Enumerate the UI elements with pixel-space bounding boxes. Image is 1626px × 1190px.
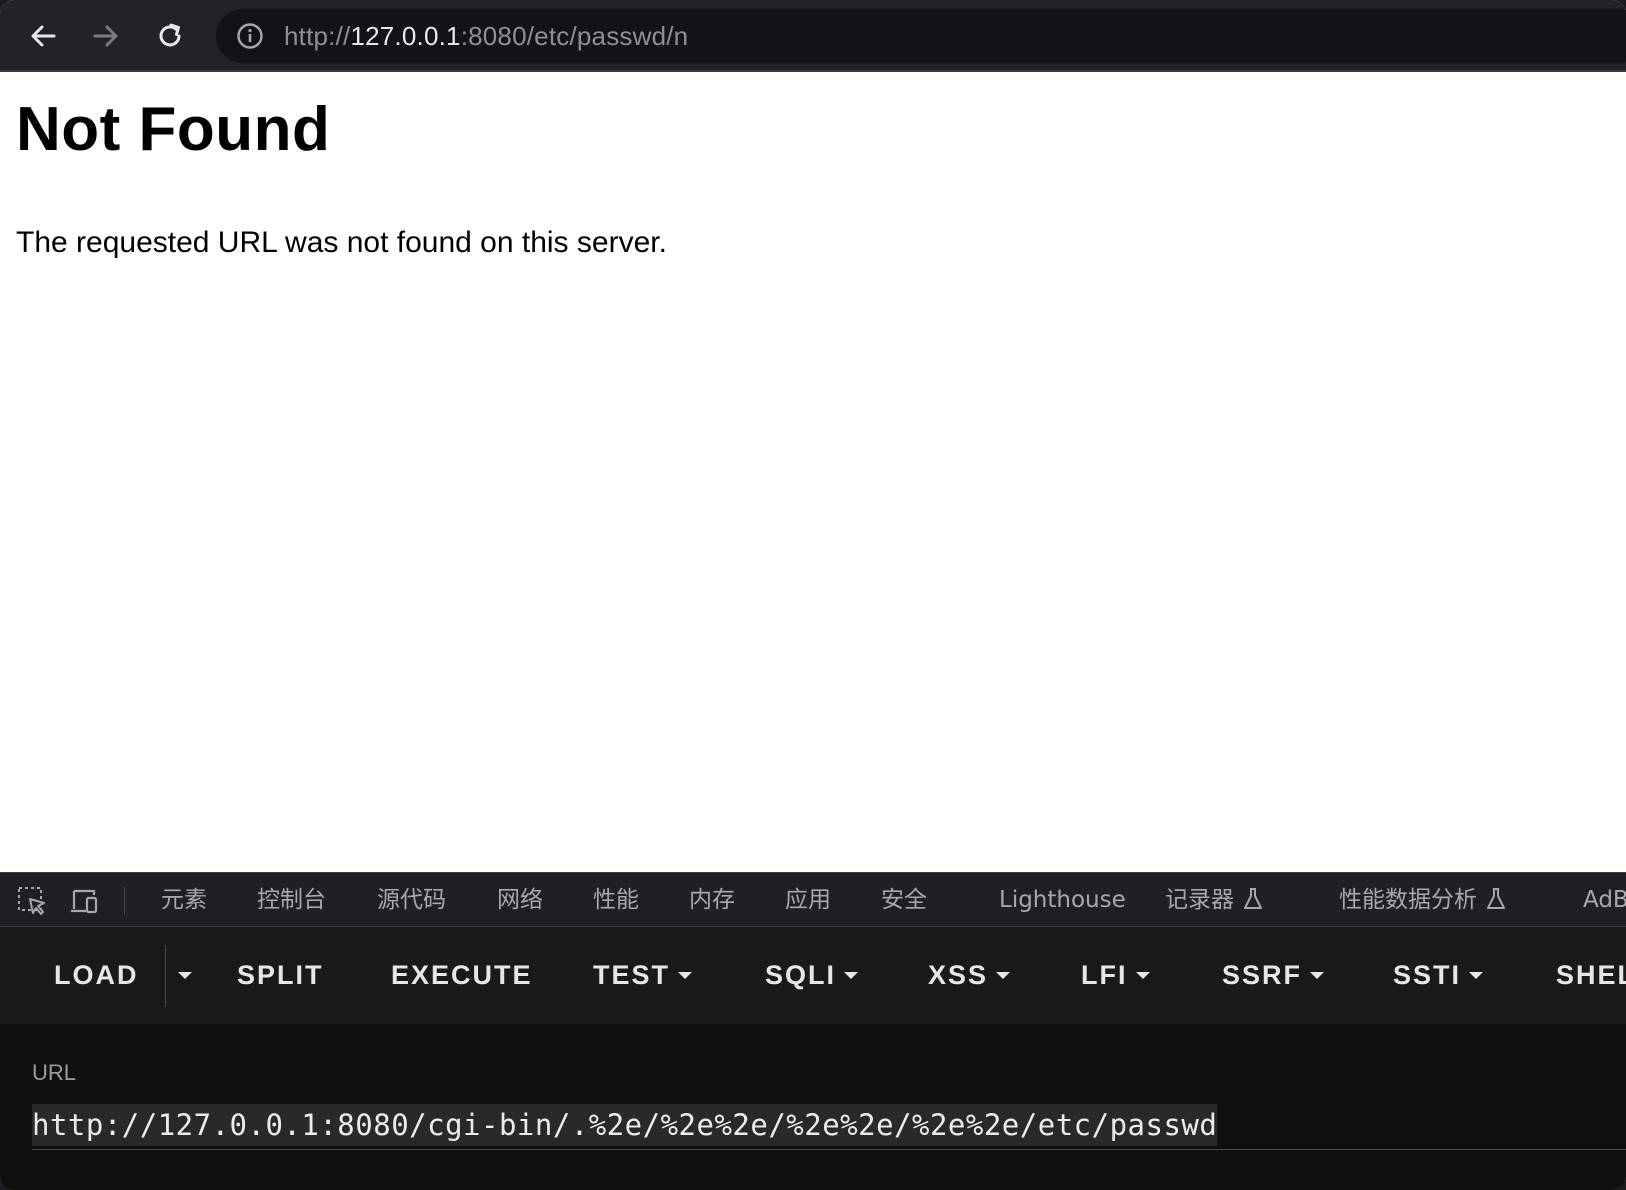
test-label: TEST: [593, 960, 671, 990]
info-icon[interactable]: [236, 22, 264, 50]
ssti-menu-button[interactable]: SSTI: [1393, 927, 1484, 1024]
caret-down-icon: [678, 972, 693, 980]
lfi-label: LFI: [1081, 960, 1128, 990]
url-input-value[interactable]: http://127.0.0.1:8080/cgi-bin/.%2e/%2e%2…: [32, 1104, 1218, 1146]
tab-adblock[interactable]: AdB: [1583, 873, 1626, 928]
caret-down-icon: [178, 972, 192, 979]
tab-performance[interactable]: 性能: [593, 873, 639, 928]
reload-icon: [159, 23, 181, 47]
ssrf-menu-button[interactable]: SSRF: [1222, 927, 1325, 1024]
url-path: :8080/etc/passwd/n: [460, 21, 689, 51]
sqli-menu-button[interactable]: SQLI: [765, 927, 859, 1024]
load-button[interactable]: LOAD: [54, 927, 139, 1024]
url-scheme: http://: [284, 21, 351, 51]
ssti-label: SSTI: [1393, 960, 1462, 990]
xss-menu-button[interactable]: XSS: [928, 927, 1011, 1024]
devtools-panel: 元素 控制台 源代码 网络 性能 内存 应用 安全 Lighthouse 记录器…: [0, 872, 1626, 1190]
forward-button[interactable]: [86, 16, 126, 56]
arrow-left-icon: [31, 25, 56, 47]
device-toolbar-icon[interactable]: [68, 885, 100, 917]
inspect-element-icon[interactable]: [16, 885, 48, 917]
caret-down-icon: [1469, 972, 1484, 980]
split-button[interactable]: SPLIT: [237, 927, 324, 1024]
caret-down-icon: [844, 972, 859, 980]
tab-lighthouse[interactable]: Lighthouse: [999, 873, 1126, 928]
flask-icon: [1487, 887, 1505, 909]
lfi-menu-button[interactable]: LFI: [1081, 927, 1150, 1024]
sqli-label: SQLI: [765, 960, 837, 990]
reload-button[interactable]: [150, 16, 190, 56]
tab-memory[interactable]: 内存: [689, 873, 735, 928]
execute-button[interactable]: EXECUTE: [391, 927, 533, 1024]
tab-application[interactable]: 应用: [785, 873, 831, 928]
load-dropdown-button[interactable]: [170, 927, 200, 1024]
devtools-tab-bar: 元素 控制台 源代码 网络 性能 内存 应用 安全 Lighthouse 记录器…: [0, 872, 1626, 927]
shell-menu-button[interactable]: SHEL: [1556, 927, 1626, 1024]
tab-security[interactable]: 安全: [881, 873, 927, 928]
caret-down-icon: [1310, 972, 1325, 980]
flask-icon: [1244, 887, 1262, 909]
devtools-separator: [124, 887, 125, 915]
page-content: Not Found The requested URL was not foun…: [0, 72, 1626, 872]
tab-performance-insights-label: 性能数据分析: [1339, 887, 1477, 913]
xss-label: XSS: [928, 960, 989, 990]
page-heading: Not Found: [16, 95, 331, 164]
back-button[interactable]: [23, 16, 63, 56]
tab-recorder-label: 记录器: [1165, 887, 1234, 913]
tab-elements[interactable]: 元素: [161, 873, 207, 928]
ssrf-label: SSRF: [1222, 960, 1303, 990]
url-host: 127.0.0.1: [350, 21, 461, 51]
tab-performance-insights[interactable]: 性能数据分析: [1339, 873, 1507, 928]
address-bar[interactable]: http://127.0.0.1:8080/etc/passwd/n: [216, 9, 1626, 63]
url-input[interactable]: http://127.0.0.1:8080/cgi-bin/.%2e/%2e%2…: [32, 1104, 1626, 1150]
tab-sources[interactable]: 源代码: [377, 873, 446, 928]
tab-console[interactable]: 控制台: [257, 873, 326, 928]
page-message: The requested URL was not found on this …: [16, 226, 667, 259]
caret-down-icon: [1135, 972, 1150, 980]
caret-down-icon: [996, 972, 1011, 980]
address-bar-url[interactable]: http://127.0.0.1:8080/etc/passwd/n: [284, 9, 688, 63]
hackbar-toolbar: LOAD SPLIT EXECUTE TEST SQLI XSS LFI SSR…: [0, 927, 1626, 1024]
load-separator: [165, 945, 166, 1007]
test-menu-button[interactable]: TEST: [593, 927, 693, 1024]
hackbar-url-panel: URL http://127.0.0.1:8080/cgi-bin/.%2e/%…: [0, 1024, 1626, 1190]
tab-network[interactable]: 网络: [497, 873, 543, 928]
arrow-right-icon: [93, 25, 118, 47]
url-field-label: URL: [32, 1060, 77, 1085]
tab-recorder[interactable]: 记录器: [1165, 873, 1264, 928]
browser-window: http://127.0.0.1:8080/etc/passwd/n Not F…: [0, 0, 1626, 1190]
browser-toolbar: http://127.0.0.1:8080/etc/passwd/n: [0, 0, 1626, 72]
